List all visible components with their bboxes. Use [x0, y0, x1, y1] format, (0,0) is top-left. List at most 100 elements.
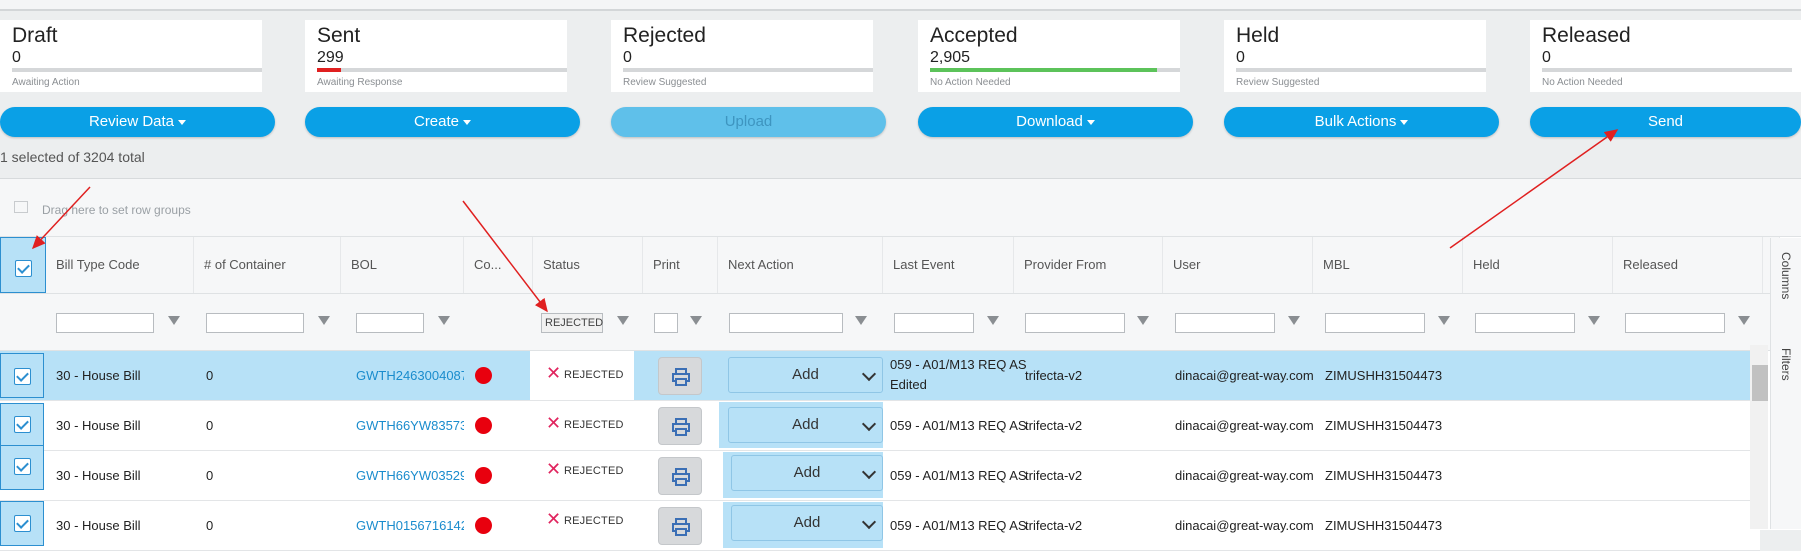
- status-label: REJECTED: [564, 419, 624, 431]
- filter-icon[interactable]: [1288, 316, 1300, 325]
- header-print[interactable]: Print: [643, 237, 718, 293]
- header-held[interactable]: Held: [1463, 237, 1613, 293]
- summary-card-held[interactable]: Held 0 Review Suggested: [1224, 20, 1486, 92]
- header-container-count[interactable]: # of Container: [194, 237, 341, 293]
- header-mbl[interactable]: MBL: [1313, 237, 1463, 293]
- table-row[interactable]: 30 - House Bill 0 GWTH24630040878 ✕ REJE…: [0, 351, 1760, 401]
- table-row[interactable]: 30 - House Bill 0 GWTH66YW8357374 ✕ REJE…: [0, 401, 1760, 451]
- scrollbar-thumb[interactable]: [1752, 365, 1768, 401]
- table-row[interactable]: 30 - House Bill 0 GWTH015671614240 ✕ REJ…: [0, 501, 1760, 551]
- summary-card-released[interactable]: Released 0 No Action Needed: [1530, 20, 1801, 92]
- filter-input-bol[interactable]: [356, 313, 424, 333]
- filter-input-print[interactable]: [654, 313, 678, 333]
- row-checkbox-cell[interactable]: [0, 403, 44, 448]
- last-event-cell: 059 - A01/M13 REQ AS: [890, 518, 1027, 533]
- row-checkbox[interactable]: [14, 368, 31, 385]
- filter-icon[interactable]: [168, 316, 180, 325]
- filter-icon[interactable]: [1738, 316, 1750, 325]
- provider-cell: trifecta-v2: [1025, 518, 1083, 533]
- containers-cell: 0: [206, 368, 214, 383]
- filter-input-next-action[interactable]: [729, 313, 843, 333]
- printer-icon: [672, 418, 690, 436]
- filter-icon[interactable]: [1137, 316, 1149, 325]
- summary-card-sent[interactable]: Sent 299 Awaiting Response: [305, 20, 567, 92]
- bol-link[interactable]: GWTH015671614240: [356, 501, 464, 550]
- filter-icon[interactable]: [318, 316, 330, 325]
- next-action-dropdown[interactable]: Add: [731, 455, 883, 491]
- filter-input-released[interactable]: [1625, 313, 1725, 333]
- print-button[interactable]: [658, 407, 702, 445]
- next-action-dropdown[interactable]: Add: [728, 407, 883, 443]
- filter-icon[interactable]: [1438, 316, 1450, 325]
- download-button[interactable]: Download: [918, 107, 1193, 137]
- filter-icon[interactable]: [987, 316, 999, 325]
- header-provider-from[interactable]: Provider From: [1014, 237, 1163, 293]
- mbl-cell: ZIMUSHH31504473: [1325, 518, 1443, 533]
- card-value: 0: [1236, 49, 1245, 66]
- filter-icon[interactable]: [690, 316, 702, 325]
- header-last-event[interactable]: Last Event: [883, 237, 1014, 293]
- review-data-button[interactable]: Review Data: [0, 107, 275, 137]
- select-all-checkbox[interactable]: [15, 260, 32, 277]
- card-progress-bar: [1236, 68, 1486, 72]
- bol-link[interactable]: GWTH24630040878: [356, 351, 464, 400]
- bill-type-cell: 30 - House Bill: [56, 468, 141, 483]
- header-next-action[interactable]: Next Action: [718, 237, 883, 293]
- filter-input-bill-type[interactable]: [56, 313, 154, 333]
- filter-input-held[interactable]: [1475, 313, 1575, 333]
- summary-card-accepted[interactable]: Accepted 2,905 No Action Needed: [918, 20, 1180, 92]
- card-value: 0: [12, 49, 21, 66]
- filter-row: REJECTED: [0, 294, 1780, 351]
- chevron-down-icon: [861, 416, 877, 432]
- status-label: REJECTED: [564, 369, 624, 381]
- select-all-header[interactable]: [0, 237, 46, 293]
- bol-link[interactable]: GWTH66YW0352982: [356, 451, 464, 500]
- filters-tab[interactable]: Filters: [1779, 348, 1793, 381]
- row-group-panel[interactable]: Drag here to set row groups: [0, 179, 1801, 237]
- columns-tab[interactable]: Columns: [1779, 252, 1793, 299]
- bulk-actions-button[interactable]: Bulk Actions: [1224, 107, 1499, 137]
- last-event-note: Edited: [890, 377, 927, 392]
- summary-card-draft[interactable]: Draft 0 Awaiting Action: [0, 20, 262, 92]
- header-bol[interactable]: BOL: [341, 237, 464, 293]
- row-checkbox-cell[interactable]: [0, 353, 44, 398]
- bol-link[interactable]: GWTH66YW8357374: [356, 401, 464, 450]
- provider-cell: trifecta-v2: [1025, 418, 1083, 433]
- create-button[interactable]: Create: [305, 107, 580, 137]
- filter-input-status[interactable]: REJECTED: [541, 313, 603, 333]
- upload-button[interactable]: Upload: [611, 107, 886, 137]
- row-checkbox[interactable]: [14, 458, 31, 475]
- bill-type-cell: 30 - House Bill: [56, 418, 141, 433]
- row-checkbox-cell[interactable]: [0, 501, 44, 546]
- filter-icon[interactable]: [855, 316, 867, 325]
- filter-icon[interactable]: [617, 316, 629, 325]
- row-checkbox[interactable]: [14, 515, 31, 532]
- next-action-label: Add: [792, 366, 819, 383]
- row-checkbox[interactable]: [14, 416, 31, 433]
- filter-icon[interactable]: [1588, 316, 1600, 325]
- filter-input-provider[interactable]: [1025, 313, 1125, 333]
- filter-icon[interactable]: [438, 316, 450, 325]
- next-action-dropdown[interactable]: Add: [731, 505, 883, 541]
- send-button[interactable]: Send: [1530, 107, 1801, 137]
- filter-input-containers[interactable]: [206, 313, 304, 333]
- header-co[interactable]: Co...: [464, 237, 533, 293]
- print-button[interactable]: [658, 507, 702, 545]
- table-row[interactable]: 30 - House Bill 0 GWTH66YW0352982 ✕ REJE…: [0, 445, 1760, 501]
- card-title: Sent: [317, 24, 361, 47]
- next-action-dropdown[interactable]: Add: [728, 357, 883, 393]
- summary-card-rejected[interactable]: Rejected 0 Review Suggested: [611, 20, 873, 92]
- header-user[interactable]: User: [1163, 237, 1313, 293]
- header-bill-type-code[interactable]: Bill Type Code: [46, 237, 194, 293]
- mbl-cell: ZIMUSHH31504473: [1325, 418, 1443, 433]
- filter-input-last-event[interactable]: [894, 313, 974, 333]
- filter-input-user[interactable]: [1175, 313, 1275, 333]
- header-released[interactable]: Released: [1613, 237, 1763, 293]
- row-checkbox-cell[interactable]: [0, 445, 44, 490]
- user-cell: dinacai@great-way.com: [1175, 468, 1314, 483]
- columns-tab-label: Columns: [1779, 252, 1793, 300]
- print-button[interactable]: [658, 357, 702, 395]
- header-status[interactable]: Status: [533, 237, 643, 293]
- filter-input-mbl[interactable]: [1325, 313, 1425, 333]
- print-button[interactable]: [658, 457, 702, 495]
